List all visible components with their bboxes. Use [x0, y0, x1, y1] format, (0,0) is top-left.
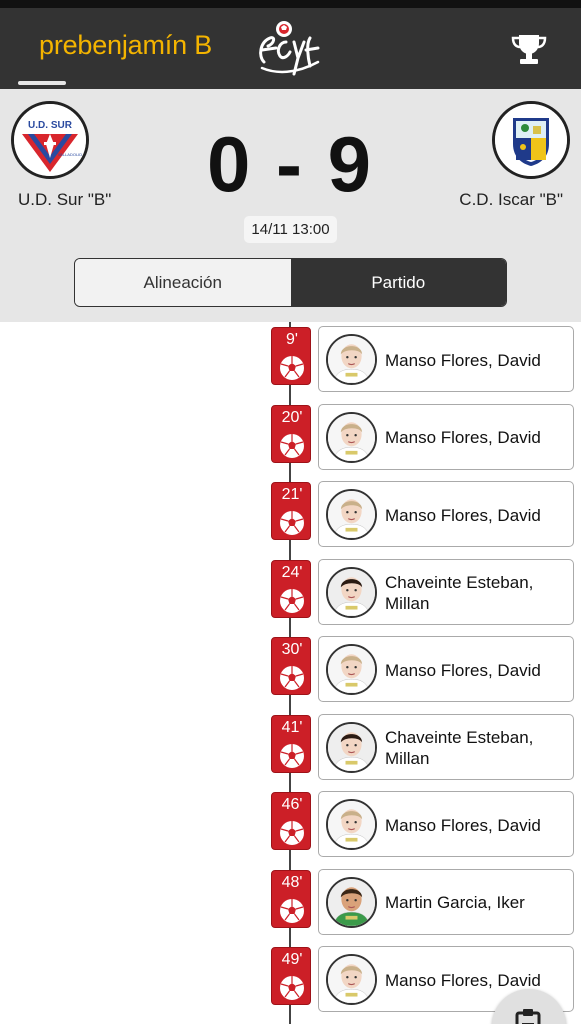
soccer-ball-icon	[279, 665, 305, 691]
player-avatar	[326, 411, 377, 463]
player-name-line1: Martin Garcia, Iker	[385, 893, 525, 912]
player-avatar	[326, 876, 377, 928]
player-avatar	[326, 644, 377, 695]
player-card[interactable]: Manso Flores, David	[318, 326, 574, 392]
fcyf-logo	[252, 18, 326, 80]
player-name-line1: Manso Flores, David	[385, 970, 541, 990]
event-minute: 9'	[286, 331, 298, 348]
timeline-event: 49' Manso Flores, David	[0, 942, 581, 1012]
player-avatar	[326, 334, 377, 385]
player-name-line1: Chaveinte Esteban,	[385, 727, 534, 747]
away-team-name: C.D. Iscar "B"	[459, 190, 563, 209]
player-card[interactable]: Chaveinte Esteban, Millan	[318, 558, 574, 626]
player-name-line1: Manso Flores, David	[385, 505, 541, 525]
player-name: Manso Flores, David	[385, 405, 569, 471]
status-bar	[0, 0, 581, 8]
player-name: Chaveinte Esteban, Millan	[385, 715, 569, 781]
goal-badge: 24'	[271, 559, 311, 618]
soccer-ball-icon	[279, 355, 305, 381]
timeline-event: 46' Manso Flores, David	[0, 787, 581, 857]
soccer-ball-icon	[279, 510, 305, 536]
title-underline	[18, 81, 66, 85]
player-card[interactable]: Manso Flores, David	[318, 403, 574, 471]
player-name: Manso Flores, David	[385, 482, 569, 548]
away-team-crest[interactable]	[492, 101, 570, 179]
timeline-event: 24' Chaveinte Esteban, Millan	[0, 555, 581, 625]
player-card[interactable]: Manso Flores, David	[318, 481, 574, 547]
home-crest-text: U.D. SUR	[28, 120, 73, 131]
goal-badge: 48'	[271, 869, 311, 928]
goal-badge: 46'	[271, 792, 311, 850]
player-card[interactable]: Martin Garcia, Iker	[318, 868, 574, 936]
player-card[interactable]: Manso Flores, David	[318, 791, 574, 857]
player-name: Manso Flores, David	[385, 637, 569, 703]
event-minute: 20'	[281, 408, 303, 426]
event-minute: 21'	[281, 486, 303, 503]
player-name: Manso Flores, David	[385, 792, 569, 858]
goal-badge: 30'	[271, 637, 311, 695]
player-card[interactable]: Chaveinte Esteban, Millan	[318, 713, 574, 781]
player-avatar	[326, 721, 377, 773]
timeline-event: 21' Manso Flores, David	[0, 477, 581, 547]
player-card[interactable]: Manso Flores, David	[318, 636, 574, 702]
timeline-event: 48' Martin Garcia, Iker	[0, 865, 581, 935]
trophy-icon[interactable]	[510, 32, 548, 66]
soccer-ball-icon	[279, 588, 305, 614]
view-tabs: Alineación Partido	[74, 258, 507, 307]
event-minute: 46'	[281, 796, 303, 813]
soccer-ball-icon	[279, 743, 305, 769]
goal-badge: 21'	[271, 482, 311, 540]
match-timeline[interactable]: 9' Manso Flores, David 20' Manso Flores, …	[0, 322, 581, 1024]
player-name: Chaveinte Esteban, Millan	[385, 560, 569, 626]
player-avatar	[326, 954, 377, 1005]
player-name: Manso Flores, David	[385, 327, 569, 393]
soccer-ball-icon	[279, 975, 305, 1001]
event-minute: 30'	[281, 641, 303, 658]
player-name-line1: Manso Flores, David	[385, 428, 541, 447]
player-name-line2: Millan	[385, 748, 430, 768]
timeline-event: 41' Chaveinte Esteban, Millan	[0, 710, 581, 780]
home-team-name: U.D. Sur "B"	[18, 190, 112, 209]
timeline-event: 9' Manso Flores, David	[0, 322, 581, 392]
event-minute: 48'	[281, 873, 303, 891]
event-minute: 24'	[281, 563, 303, 581]
goal-badge: 49'	[271, 947, 311, 1005]
goal-badge: 41'	[271, 714, 311, 773]
score: 0 - 9	[206, 120, 374, 208]
player-avatar	[326, 799, 377, 850]
home-crest-subtext: VALLADOLID	[58, 152, 82, 157]
event-minute: 49'	[281, 951, 303, 968]
timeline-event: 20' Manso Flores, David	[0, 400, 581, 470]
tab-partido[interactable]: Partido	[290, 259, 506, 306]
goal-badge: 20'	[271, 404, 311, 463]
soccer-ball-icon	[279, 820, 305, 846]
player-name-line1: Chaveinte Esteban,	[385, 572, 534, 592]
tab-alineacion[interactable]: Alineación	[75, 259, 291, 306]
player-avatar	[326, 566, 377, 618]
goal-badge: 9'	[271, 327, 311, 385]
player-name-line1: Manso Flores, David	[385, 660, 541, 680]
app-bar: prebenjamín B	[0, 8, 581, 89]
player-name-line2: Millan	[385, 593, 430, 613]
home-team-crest[interactable]: U.D. SUR VALLADOLID	[11, 101, 89, 179]
player-name-line1: Manso Flores, David	[385, 815, 541, 835]
soccer-ball-icon	[279, 433, 305, 459]
player-avatar	[326, 489, 377, 540]
page-title: prebenjamín B	[39, 30, 213, 60]
clipboard-icon	[515, 1009, 541, 1024]
soccer-ball-icon	[279, 898, 305, 924]
scoreboard: U.D. SUR VALLADOLID U.D. Sur "B" 0 - 9 1…	[0, 89, 581, 322]
timeline-event: 30' Manso Flores, David	[0, 632, 581, 702]
event-minute: 41'	[281, 718, 303, 736]
match-datetime: 14/11 13:00	[244, 216, 337, 243]
player-name: Martin Garcia, Iker	[385, 870, 569, 936]
player-name-line1: Manso Flores, David	[385, 350, 541, 370]
